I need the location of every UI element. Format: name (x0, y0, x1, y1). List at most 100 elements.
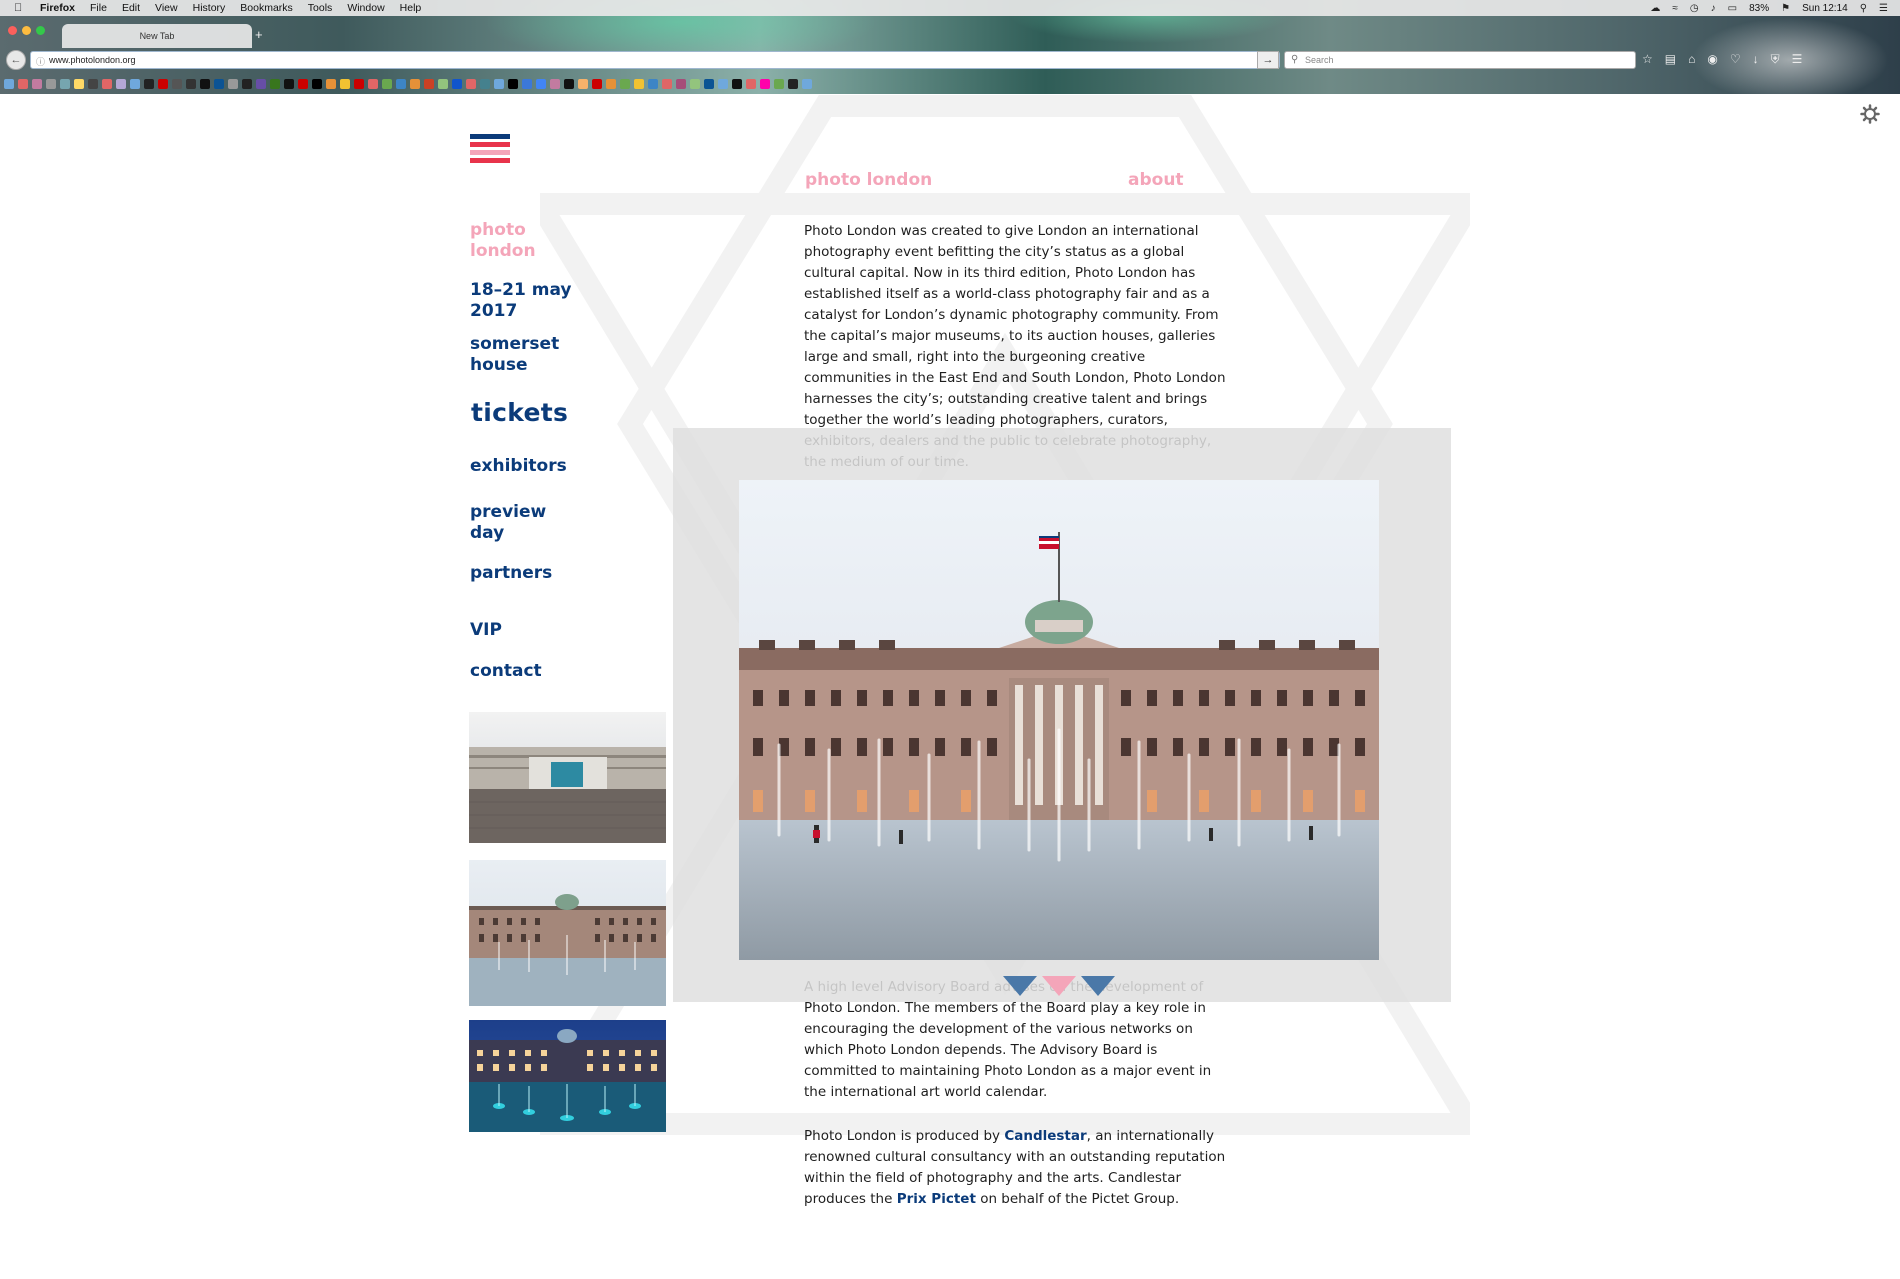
privacy-icon[interactable]: ⛨ (1771, 52, 1780, 67)
bookmark-favicon[interactable] (564, 79, 574, 89)
bookmark-favicon[interactable] (592, 79, 602, 89)
search-bar[interactable]: ⚲ Search (1284, 51, 1636, 69)
bookmark-favicon[interactable] (298, 79, 308, 89)
bookmark-favicon[interactable] (774, 79, 784, 89)
nav-partners-link[interactable]: partners (470, 563, 552, 584)
bookmark-favicon[interactable] (452, 79, 462, 89)
bookmark-favicon[interactable] (144, 79, 154, 89)
bookmark-favicon[interactable] (326, 79, 336, 89)
bookmark-favicon[interactable] (676, 79, 686, 89)
bookmark-favicon[interactable] (312, 79, 322, 89)
bookmark-favicon[interactable] (214, 79, 224, 89)
bookmark-favicon[interactable] (508, 79, 518, 89)
bookmark-favicon[interactable] (382, 79, 392, 89)
wifi-icon[interactable]: ≈ (1672, 3, 1678, 14)
nav-contact-link[interactable]: contact (470, 661, 542, 682)
download-icon[interactable]: ↓ (1753, 52, 1759, 67)
pocket-icon[interactable]: ♡ (1730, 52, 1741, 67)
airplay-icon[interactable]: ▭ (1728, 3, 1737, 14)
bookmark-favicon[interactable] (228, 79, 238, 89)
menu-help[interactable]: Help (400, 2, 422, 14)
prix-pictet-link[interactable]: Prix Pictet (897, 1191, 976, 1207)
bookmark-favicon[interactable] (32, 79, 42, 89)
bookmark-favicon[interactable] (480, 79, 490, 89)
bookmark-favicon[interactable] (46, 79, 56, 89)
home-icon[interactable]: ⌂ (1688, 52, 1695, 67)
settings-gear-icon[interactable] (1860, 104, 1880, 124)
clock[interactable]: Sun 12:14 (1802, 3, 1848, 14)
bookmark-favicon[interactable] (550, 79, 560, 89)
content-heading-about[interactable]: about (1128, 170, 1184, 190)
bookmark-favicon[interactable] (704, 79, 714, 89)
thumbnail-somerset-house-night[interactable] (469, 1020, 666, 1132)
apple-icon[interactable]:  (14, 2, 26, 14)
bookmark-favicon[interactable] (74, 79, 84, 89)
volume-icon[interactable]: ♪ (1711, 3, 1716, 14)
bookmark-favicon[interactable] (438, 79, 448, 89)
bookmark-favicon[interactable] (746, 79, 756, 89)
thumbnail-courtyard-pavilion[interactable] (469, 712, 666, 843)
bookmark-favicon[interactable] (662, 79, 672, 89)
bookmark-favicon[interactable] (536, 79, 546, 89)
lightbox-next-slide-indicator[interactable] (1081, 976, 1115, 996)
close-window-button[interactable] (8, 26, 17, 35)
bookmark-favicon[interactable] (88, 79, 98, 89)
bookmark-favicon[interactable] (466, 79, 476, 89)
bookmark-favicon[interactable] (718, 79, 728, 89)
bookmark-favicon[interactable] (396, 79, 406, 89)
bookmark-favicon[interactable] (270, 79, 280, 89)
menu-edit[interactable]: Edit (122, 2, 140, 14)
bookmark-star-icon[interactable]: ☆ (1642, 52, 1653, 67)
bookmark-favicon[interactable] (284, 79, 294, 89)
new-tab-button[interactable]: + (255, 27, 263, 42)
bookmark-favicon[interactable] (620, 79, 630, 89)
notification-center-icon[interactable]: ☰ (1879, 3, 1888, 14)
bookmark-favicon[interactable] (788, 79, 798, 89)
bookmark-favicon[interactable] (424, 79, 434, 89)
menu-hamburger-icon[interactable]: ☰ (1792, 52, 1803, 67)
time-machine-icon[interactable]: ◷ (1690, 3, 1699, 14)
tab-new-tab[interactable]: New Tab (62, 24, 252, 48)
battery-percent[interactable]: 83% (1749, 3, 1769, 14)
flag-icon[interactable]: ⚑ (1781, 3, 1790, 14)
menu-bookmarks[interactable]: Bookmarks (240, 2, 293, 14)
bookmark-favicon[interactable] (242, 79, 252, 89)
bookmark-favicon[interactable] (172, 79, 182, 89)
lightbox-current-slide-indicator[interactable] (1042, 976, 1076, 996)
bookmark-favicon[interactable] (4, 79, 14, 89)
bookmark-favicon[interactable] (130, 79, 140, 89)
bookmark-favicon[interactable] (340, 79, 350, 89)
bookmark-favicon[interactable] (200, 79, 210, 89)
bookmark-favicon[interactable] (410, 79, 420, 89)
minimize-window-button[interactable] (22, 26, 31, 35)
zoom-window-button[interactable] (36, 26, 45, 35)
bookmark-favicon[interactable] (802, 79, 812, 89)
bookmark-favicon[interactable] (634, 79, 644, 89)
bookmark-favicon[interactable] (158, 79, 168, 89)
nav-tickets-link[interactable]: tickets (471, 400, 568, 425)
lightbox-image-somerset-house[interactable] (739, 480, 1379, 960)
menu-flag-icon[interactable] (470, 134, 510, 170)
bookmark-favicon[interactable] (60, 79, 70, 89)
menu-file[interactable]: File (90, 2, 107, 14)
bookmark-favicon[interactable] (522, 79, 532, 89)
extension-icon[interactable]: ◉ (1707, 52, 1717, 67)
menu-app-firefox[interactable]: Firefox (40, 2, 75, 14)
candlestar-link[interactable]: Candlestar (1004, 1128, 1086, 1144)
bookmark-favicon[interactable] (116, 79, 126, 89)
menu-view[interactable]: View (155, 2, 178, 14)
library-icon[interactable]: ▤ (1665, 52, 1676, 67)
back-button[interactable]: ← (6, 50, 26, 70)
spotlight-icon[interactable]: ⚲ (1860, 3, 1867, 14)
bookmark-favicon[interactable] (648, 79, 658, 89)
brand-name[interactable]: photo london (470, 220, 536, 262)
bookmark-favicon[interactable] (256, 79, 266, 89)
bookmark-favicon[interactable] (760, 79, 770, 89)
creative-cloud-icon[interactable]: ☁ (1650, 3, 1660, 14)
menu-tools[interactable]: Tools (308, 2, 333, 14)
bookmark-favicon[interactable] (354, 79, 364, 89)
bookmark-favicon[interactable] (368, 79, 378, 89)
bookmark-favicon[interactable] (690, 79, 700, 89)
bookmark-favicon[interactable] (102, 79, 112, 89)
thumbnail-somerset-house-fountains[interactable] (469, 860, 666, 1006)
